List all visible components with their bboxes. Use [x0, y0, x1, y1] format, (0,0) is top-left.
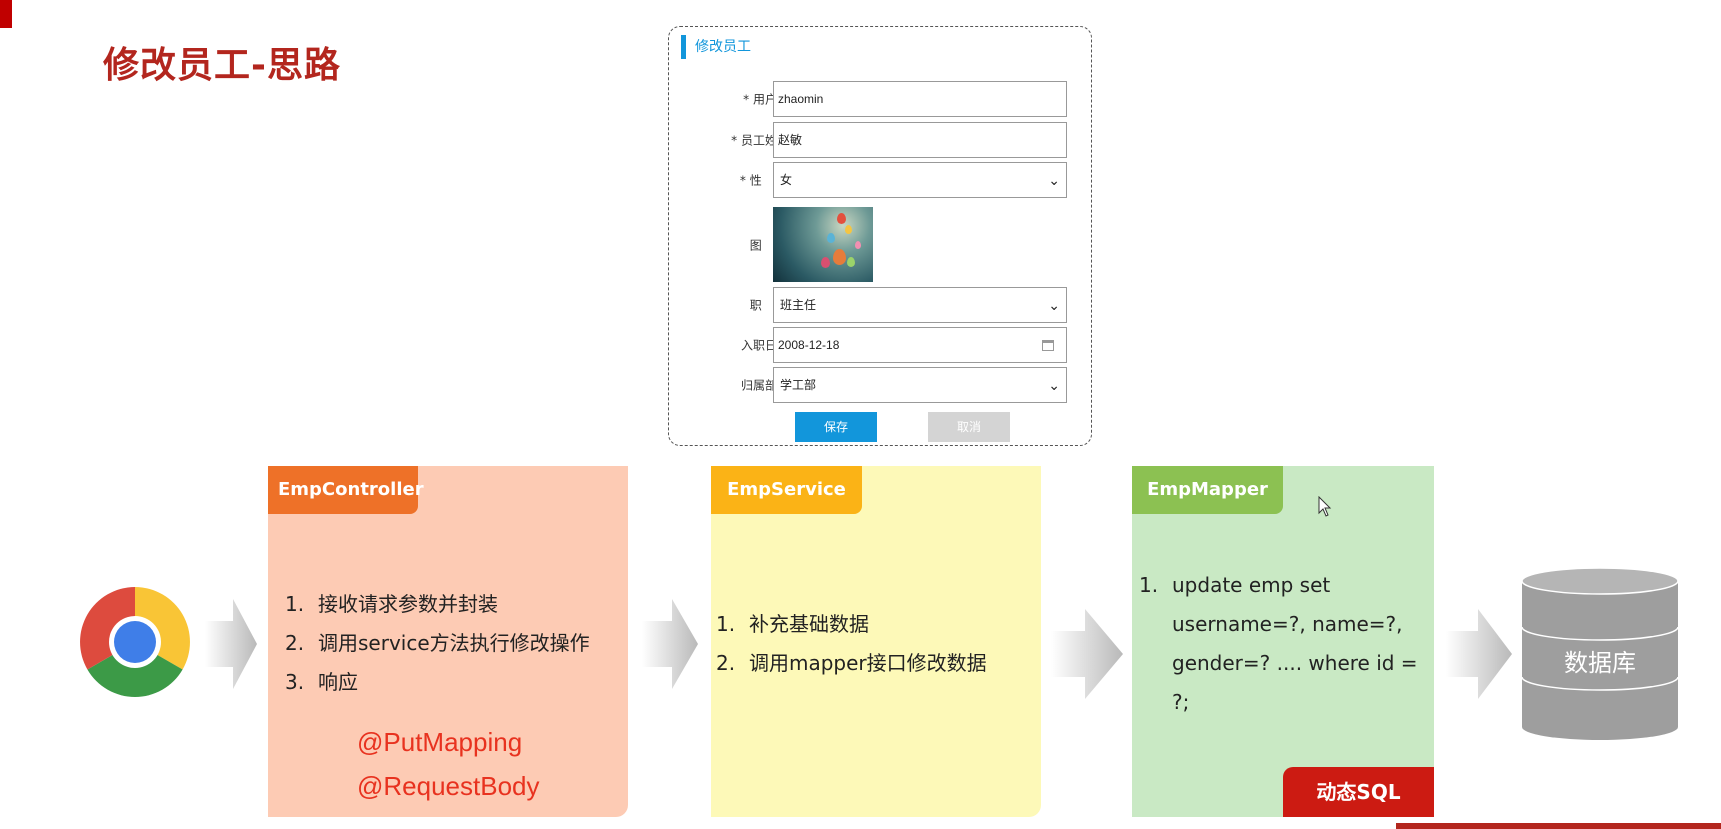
step-number: 2. — [285, 631, 305, 655]
arrow-right-icon — [1051, 609, 1123, 699]
chevron-down-icon: ⌄ — [1048, 297, 1060, 313]
chevron-down-icon: ⌄ — [1048, 377, 1060, 393]
gender-select[interactable]: 女 ⌄ — [773, 162, 1067, 198]
form-heading: 修改员工 — [681, 35, 751, 59]
edit-employee-form: 修改员工 * 用户名 zhaomin * 员工姓名 赵敏 * 性 别 女 ⌄ 图… — [668, 26, 1092, 446]
step-text: 接收请求参数并封装 — [318, 592, 498, 616]
gender-value: 女 — [780, 173, 793, 187]
step-text: 调用service方法执行修改操作 — [318, 631, 590, 655]
list-item: 1. 补充基础数据 — [716, 605, 987, 644]
list-item: 1. 接收请求参数并封装 — [285, 585, 590, 624]
name-row: * 员工姓名 赵敏 — [669, 122, 1093, 158]
job-row: 职 位 班主任 ⌄ — [669, 287, 1093, 323]
step-text: 补充基础数据 — [749, 612, 869, 636]
username-value: zhaomin — [778, 92, 824, 106]
mapper-tab: EmpMapper — [1132, 466, 1283, 514]
corner-accent-mark — [0, 0, 12, 28]
chrome-icon — [80, 587, 190, 697]
save-button[interactable]: 保存 — [795, 412, 877, 442]
calendar-icon[interactable] — [1042, 340, 1054, 351]
controller-steps: 1. 接收请求参数并封装 2. 调用service方法执行修改操作 3. 响应 — [285, 585, 590, 702]
entrydate-picker[interactable]: 2008-12-18 — [773, 327, 1067, 363]
cancel-button[interactable]: 取消 — [928, 412, 1010, 442]
arrow-right-icon — [642, 599, 698, 689]
gender-row: * 性 别 女 ⌄ — [669, 162, 1093, 198]
list-item: 3. 响应 — [285, 663, 590, 702]
balloon-shape — [847, 257, 855, 267]
job-value: 班主任 — [780, 298, 817, 312]
list-item: 2. 调用mapper接口修改数据 — [716, 644, 987, 683]
bottom-accent-bar — [1396, 823, 1721, 829]
dept-select[interactable]: 学工部 ⌄ — [773, 367, 1067, 403]
entrydate-value: 2008-12-18 — [778, 338, 840, 352]
step-number: 1. — [716, 612, 736, 636]
list-item: 1. update emp set username=?, name=?, gen… — [1139, 566, 1429, 722]
dept-row: 归属部门 学工部 ⌄ — [669, 367, 1093, 403]
step-number: 2. — [716, 651, 736, 675]
balloon-shape — [833, 249, 846, 265]
balloon-shape — [837, 213, 846, 224]
image-row: 图 像 — [669, 207, 1093, 282]
job-select[interactable]: 班主任 ⌄ — [773, 287, 1067, 323]
employee-image[interactable] — [773, 207, 873, 282]
controller-tab: EmpController — [268, 466, 424, 514]
dept-value: 学工部 — [780, 378, 817, 392]
username-input[interactable]: zhaomin — [773, 81, 1067, 117]
name-input[interactable]: 赵敏 — [773, 122, 1067, 158]
putmapping-annotation: @PutMapping — [357, 727, 523, 757]
controller-card: EmpController 1. 接收请求参数并封装 2. 调用service方法执… — [268, 466, 628, 817]
mapper-steps: 1. update emp set username=?, name=?, gen… — [1139, 566, 1429, 722]
entrydate-row: 入职日期 2008-12-18 — [669, 327, 1093, 363]
list-item: 2. 调用service方法执行修改操作 — [285, 624, 590, 663]
balloon-shape — [827, 233, 835, 243]
slide-title: 修改员工-思路 — [103, 45, 341, 86]
service-steps: 1. 补充基础数据 2. 调用mapper接口修改数据 — [716, 605, 987, 683]
balloon-shape — [845, 225, 852, 234]
step-number: 1. — [1139, 573, 1159, 597]
dynamic-sql-badge: 动态SQL — [1283, 767, 1434, 817]
balloon-shape — [855, 241, 861, 249]
step-text: update emp set username=?, name=?, gende… — [1172, 573, 1418, 714]
arrow-right-icon — [1446, 609, 1512, 699]
step-number: 1. — [285, 592, 305, 616]
name-value: 赵敏 — [778, 133, 803, 147]
chevron-down-icon: ⌄ — [1048, 172, 1060, 188]
mapper-card: EmpMapper 1. update emp set username=?, n… — [1132, 466, 1434, 817]
service-tab: EmpService — [711, 466, 862, 514]
mouse-pointer-icon — [1318, 496, 1332, 517]
step-text: 响应 — [318, 670, 358, 694]
service-card: EmpService 1. 补充基础数据 2. 调用mapper接口修改数据 — [711, 466, 1041, 817]
requestbody-annotation: @RequestBody — [357, 771, 540, 801]
username-row: * 用户名 zhaomin — [669, 81, 1093, 117]
step-number: 3. — [285, 670, 305, 694]
arrow-right-icon — [205, 599, 257, 689]
step-text: 调用mapper接口修改数据 — [749, 651, 987, 675]
database-label: 数据库 — [1564, 649, 1636, 677]
balloon-shape — [821, 257, 830, 268]
